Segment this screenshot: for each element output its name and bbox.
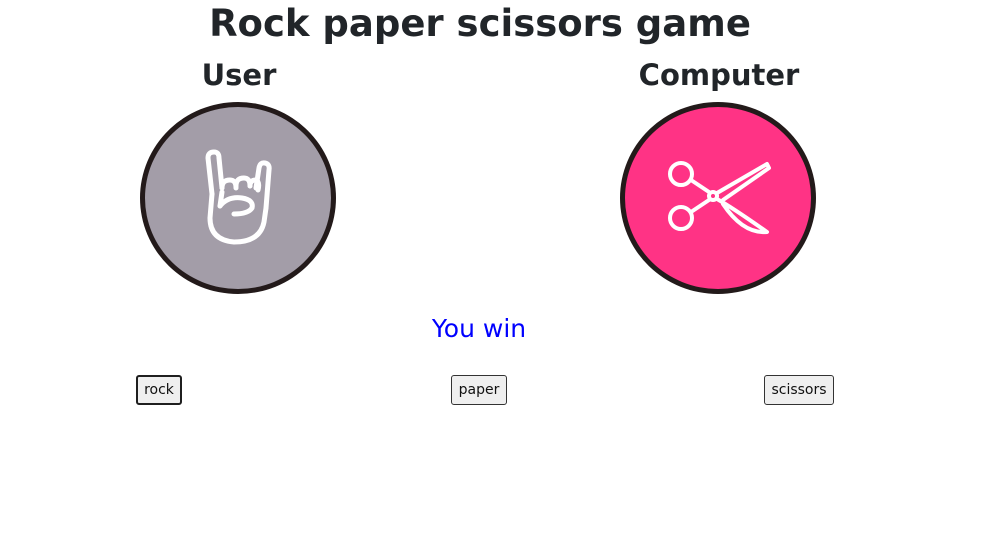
scissors-button[interactable]: scissors [764, 375, 834, 405]
user-label: User [201, 58, 277, 92]
game-page: Rock paper scissors game User Computer Y… [0, 0, 1001, 548]
scissors-icon [668, 161, 771, 235]
result-message: You win [431, 314, 527, 343]
computer-choice-circle [620, 102, 816, 294]
user-choice-circle [140, 102, 336, 294]
rock-button[interactable]: rock [136, 375, 182, 405]
paper-button[interactable]: paper [451, 375, 507, 405]
rock-hand-icon [205, 149, 272, 245]
computer-label: Computer [638, 58, 800, 92]
page-title: Rock paper scissors game [209, 2, 751, 45]
